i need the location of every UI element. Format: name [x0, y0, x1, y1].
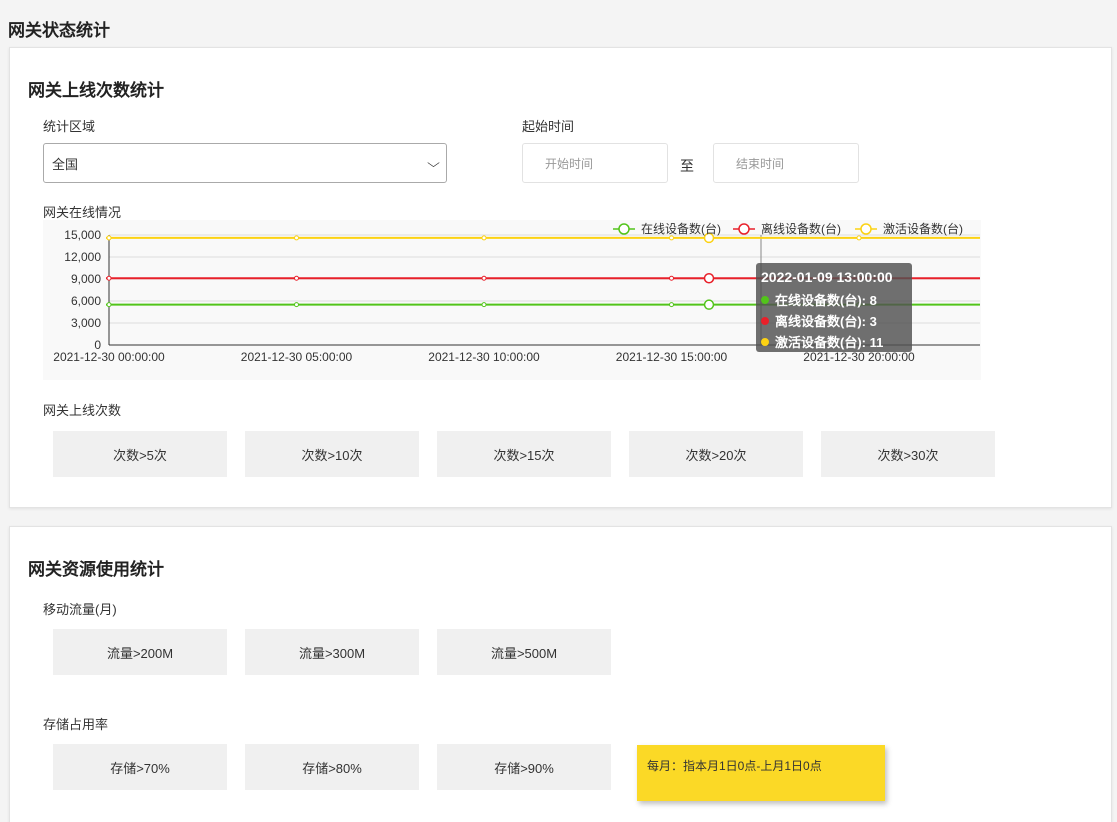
- data-point: [106, 275, 112, 281]
- tooltip-row: 激活设备数(台): 11: [761, 331, 907, 352]
- traffic-filter-button-500[interactable]: 流量>500M: [437, 629, 611, 675]
- y-tick-label: 6,000: [71, 294, 101, 308]
- storage-filter-button-80[interactable]: 存储>80%: [245, 744, 419, 790]
- region-select-value: 全国: [52, 156, 79, 172]
- highlight-point: [703, 273, 715, 284]
- tooltip-row: 在线设备数(台): 8: [761, 289, 907, 310]
- section-title-resource: 网关资源使用统计: [28, 560, 164, 579]
- data-point: [669, 275, 674, 281]
- chart-tooltip: 2022-01-09 13:00:00 在线设备数(台): 8 离线设备数(台)…: [756, 263, 912, 352]
- x-tick-label: 2021-12-30 05:00:00: [241, 350, 353, 364]
- legend-label: 在线设备数(台): [641, 221, 721, 236]
- date-range-separator: 至: [680, 158, 694, 174]
- data-point: [481, 275, 487, 281]
- y-tick-label: 9,000: [71, 272, 101, 286]
- online-dot-icon: [761, 295, 769, 304]
- data-point: [856, 235, 862, 241]
- activated-dot-icon: [761, 337, 769, 346]
- chevron-down-icon: ⌵: [427, 155, 440, 170]
- x-tick-label: 2021-12-30 00:00:00: [53, 350, 165, 364]
- region-label: 统计区域: [43, 119, 96, 134]
- count-filter-button-10[interactable]: 次数>10次: [245, 431, 419, 477]
- tooltip-row: 离线设备数(台): 3: [761, 310, 907, 331]
- data-point: [481, 235, 487, 241]
- tooltip-title: 2022-01-09 13:00:00: [761, 269, 893, 285]
- count-filter-button-20[interactable]: 次数>20次: [629, 431, 803, 477]
- traffic-label: 移动流量(月): [43, 602, 117, 617]
- end-time-input[interactable]: 结束时间: [713, 143, 859, 183]
- y-tick-label: 12,000: [64, 250, 101, 264]
- start-time-label: 起始时间: [522, 119, 575, 134]
- chart-label: 网关在线情况: [43, 205, 122, 220]
- legend-swatch-icon: [618, 223, 630, 235]
- data-point: [481, 302, 487, 308]
- offline-dot-icon: [761, 316, 769, 325]
- count-filter-button-30[interactable]: 次数>30次: [821, 431, 995, 477]
- data-point: [669, 235, 674, 241]
- data-point: [294, 235, 299, 241]
- y-tick-label: 15,000: [64, 228, 101, 242]
- storage-filter-button-70[interactable]: 存储>70%: [53, 744, 227, 790]
- legend-label: 离线设备数(台): [761, 221, 841, 236]
- tooltip-row-online: 在线设备数(台): 8: [775, 293, 877, 308]
- count-label: 网关上线次数: [43, 403, 122, 418]
- legend-swatch-icon: [860, 223, 872, 235]
- legend-swatch-icon: [738, 223, 750, 235]
- legend-label: 激活设备数(台): [883, 221, 963, 236]
- gateway-online-card: 网关上线次数统计 统计区域 全国 ⌵ 起始时间 开始时间 至 结束时间 网关在线…: [9, 47, 1112, 508]
- data-point: [106, 302, 112, 308]
- region-select[interactable]: 全国 ⌵: [43, 143, 447, 183]
- data-point: [294, 302, 299, 308]
- gateway-resource-card: 网关资源使用统计 移动流量(月) 流量>200M 流量>300M 流量>500M…: [9, 526, 1112, 822]
- x-tick-label: 2021-12-30 15:00:00: [616, 350, 728, 364]
- storage-filter-button-90[interactable]: 存储>90%: [437, 744, 611, 790]
- tooltip-row-activated: 激活设备数(台): 11: [775, 335, 884, 350]
- count-filter-button-5[interactable]: 次数>5次: [53, 431, 227, 477]
- data-point: [669, 302, 674, 308]
- highlight-point: [703, 299, 715, 310]
- monthly-note: 每月：指本月1日0点-上月1日0点: [637, 745, 885, 801]
- tooltip-row-offline: 离线设备数(台): 3: [775, 314, 877, 329]
- x-tick-label: 2021-12-30 10:00:00: [428, 350, 540, 364]
- page-title: 网关状态统计: [8, 21, 110, 40]
- data-point: [106, 235, 112, 241]
- start-time-input[interactable]: 开始时间: [522, 143, 668, 183]
- data-point: [294, 275, 299, 281]
- x-tick-label: 2021-12-30 20:00:00: [803, 350, 915, 364]
- section-title-online: 网关上线次数统计: [28, 81, 164, 100]
- storage-label: 存储占用率: [43, 717, 109, 732]
- traffic-filter-button-300[interactable]: 流量>300M: [245, 629, 419, 675]
- count-filter-button-15[interactable]: 次数>15次: [437, 431, 611, 477]
- traffic-filter-button-200[interactable]: 流量>200M: [53, 629, 227, 675]
- y-tick-label: 3,000: [71, 316, 101, 330]
